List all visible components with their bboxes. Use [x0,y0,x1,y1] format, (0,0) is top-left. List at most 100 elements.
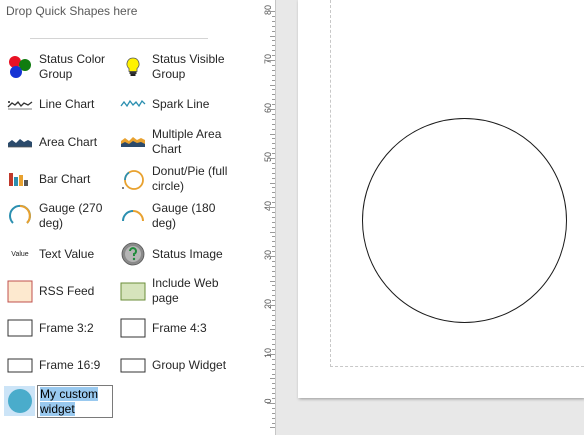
ruler-tick [270,281,275,282]
ruler-tick [267,207,275,208]
shape-include-web-page[interactable]: Include Web page [119,275,231,307]
shape-frame-16-9[interactable]: Frame 16:9 [6,349,118,381]
ruler-tick [272,285,275,286]
web-page-icon [119,277,147,305]
shape-rss-feed[interactable]: RSS Feed [6,275,118,307]
shape-area-chart[interactable]: Area Chart [6,126,118,158]
ruler-tick [272,55,275,56]
ruler-tick [272,70,275,71]
ruler-tick [272,143,275,144]
ruler-tick [272,197,275,198]
ruler-tick [270,232,275,233]
ruler-tick [272,202,275,203]
ruler-tick [272,217,275,218]
shape-frame-3-2[interactable]: Frame 3:2 [6,312,118,344]
shape-status-visible-group[interactable]: Status Visible Group [119,51,231,83]
ruler-tick [272,89,275,90]
shape-group-widget[interactable]: Group Widget [119,349,231,381]
ruler-tick [272,40,275,41]
ruler-tick [272,398,275,399]
rss-feed-icon [6,277,34,305]
ruler-tick [272,16,275,17]
ruler-label: 80 [263,5,273,16]
ruler-tick [272,187,275,188]
ruler-tick [272,290,275,291]
shape-multiple-area-chart[interactable]: Multiple Area Chart [119,126,231,158]
ruler-tick [267,305,275,306]
frame-16-9-icon [6,351,34,379]
ruler-tick [267,354,275,355]
shape-label: Text Value [39,246,95,261]
shape-line-chart[interactable]: Line Chart [6,88,118,120]
ruler-tick [272,173,275,174]
circle-shape[interactable] [362,118,567,323]
ruler-tick [270,183,275,184]
ruler-tick [270,378,275,379]
ruler-tick [267,403,275,404]
ruler-tick [272,251,275,252]
ruler-label: 60 [263,103,273,114]
shape-label: Donut/Pie (full circle) [152,164,228,193]
ruler-tick [272,50,275,51]
ruler-tick [272,227,275,228]
ruler-tick [270,329,275,330]
shape-text-value[interactable]: Value Text Value [6,238,118,270]
shape-status-color-group[interactable]: Status Color Group [6,51,118,83]
ruler-tick [272,104,275,105]
ruler-tick [272,261,275,262]
ruler-tick [272,388,275,389]
ruler-tick [272,271,275,272]
ruler-tick [272,393,275,394]
shape-label: Status Color Group [39,52,106,81]
ruler-tick [272,153,275,154]
gauge-270-icon [6,202,34,230]
status-color-group-icon [6,53,34,81]
gauge-180-icon [119,202,147,230]
line-chart-icon [6,90,34,118]
ruler-tick [272,178,275,179]
shape-label: Group Widget [152,357,227,372]
ruler-tick [272,114,275,115]
shape-label: Status Visible Group [152,52,225,81]
ruler-tick [272,246,275,247]
shape-status-image[interactable]: Status Image [119,238,231,270]
ruler-label: 50 [263,152,273,163]
ruler-tick [267,256,275,257]
lightbulb-icon [119,53,147,81]
ruler-tick [272,315,275,316]
shape-label: Include Web page [152,276,219,305]
ruler-tick [272,21,275,22]
ruler-tick [272,276,275,277]
shape-spark-line[interactable]: Spark Line [119,88,231,120]
shape-label: Status Image [152,246,223,261]
frame-4-3-icon [119,314,147,342]
group-widget-icon [119,351,147,379]
ruler-tick [272,148,275,149]
shape-label: Line Chart [39,96,95,111]
ruler-tick [272,320,275,321]
ruler-tick [272,168,275,169]
ruler-tick [272,310,275,311]
ruler-tick [267,60,275,61]
ruler-tick [272,325,275,326]
quick-shapes-panel: Drop Quick Shapes here Status Color Grou… [0,0,250,435]
ruler-tick [272,129,275,130]
ruler-tick [272,364,275,365]
shape-label: Gauge (180 deg) [152,201,216,230]
ruler-tick [270,85,275,86]
rename-input-text: My custom widget [40,387,99,416]
ruler-tick [270,427,275,428]
multiple-area-chart-icon [119,128,147,156]
shape-frame-4-3[interactable]: Frame 4:3 [119,312,231,344]
ruler-tick [272,65,275,66]
ruler-tick [270,36,275,37]
ruler-tick [272,26,275,27]
rename-shape-input[interactable]: My custom widget [37,385,113,418]
shape-gauge-270[interactable]: Gauge (270 deg) [6,200,118,232]
shape-bar-chart[interactable]: Bar Chart [6,163,118,195]
ruler-tick [272,369,275,370]
shape-donut-pie[interactable]: Donut/Pie (full circle) [119,163,231,195]
shape-label: Multiple Area Chart [152,127,222,156]
shape-gauge-180[interactable]: Gauge (180 deg) [119,200,231,232]
shape-label: Frame 16:9 [39,357,101,372]
